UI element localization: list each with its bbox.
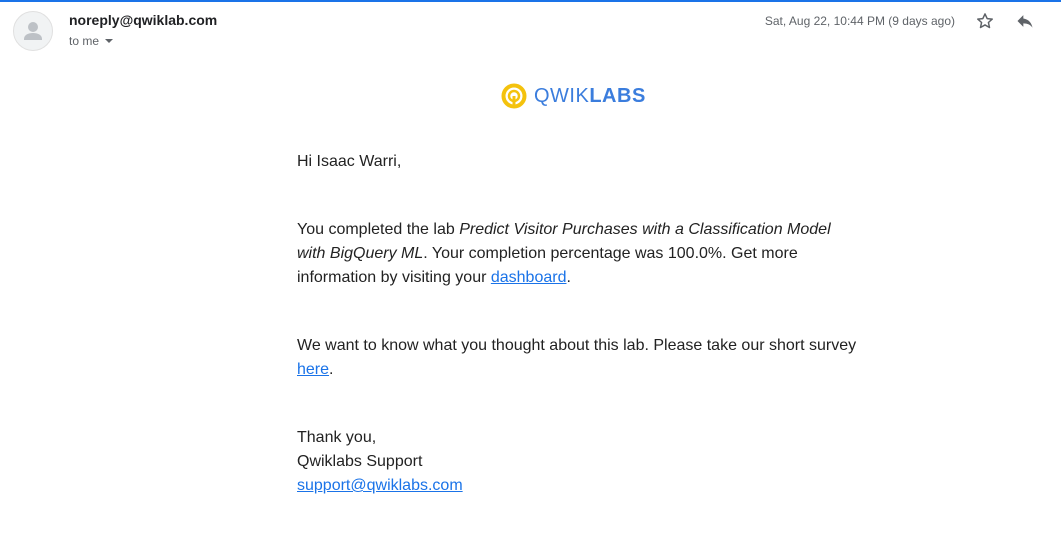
survey-link[interactable]: here — [297, 361, 329, 378]
sender-avatar[interactable] — [13, 11, 53, 51]
email-header: noreply@qwiklab.com to me Sat, Aug 22, 1… — [0, 0, 1061, 60]
star-icon — [977, 13, 993, 29]
survey-paragraph: We want to know what you thought about t… — [297, 337, 857, 378]
lab-completion-paragraph: You completed the lab Predict Visitor Pu… — [297, 221, 831, 286]
support-email-link[interactable]: support@qwiklabs.com — [297, 477, 463, 494]
greeting: Hi Isaac Warri, — [297, 153, 402, 170]
reply-icon — [1017, 15, 1033, 28]
email-date: Sat, Aug 22, 10:44 PM (9 days ago) — [764, 14, 955, 28]
recipient-label: to me — [69, 34, 100, 48]
signature: Qwiklabs Support — [297, 453, 423, 470]
signoff: Thank you, — [297, 429, 377, 446]
qwiklabs-logo: QWIKLABS — [501, 83, 646, 109]
dashboard-link[interactable]: dashboard — [491, 269, 567, 286]
email-body: Hi Isaac Warri, You completed the lab Pr… — [297, 150, 857, 498]
logo-wordmark: QWIKLABS — [534, 84, 646, 107]
sender-address[interactable]: noreply@qwiklab.com — [69, 12, 217, 28]
person-icon — [24, 22, 42, 40]
reply-button[interactable] — [1013, 9, 1037, 33]
caret-down-icon — [105, 39, 114, 43]
recipient-dropdown[interactable]: to me — [69, 34, 114, 48]
star-button[interactable] — [973, 9, 997, 33]
qwiklabs-logo-icon — [501, 83, 527, 109]
